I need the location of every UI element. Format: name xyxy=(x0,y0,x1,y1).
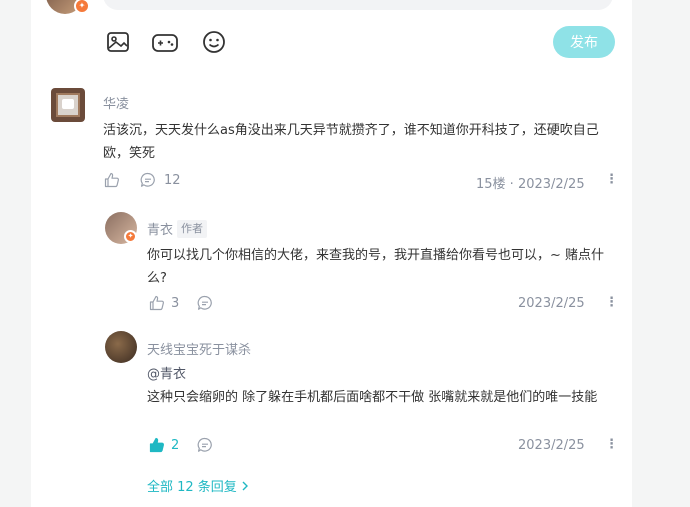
reply-content: 这种只会缩卵的 除了躲在手机都后面啥都不干做 张嘴就来就是他们的唯一技能 xyxy=(147,390,598,405)
comment-input[interactable] xyxy=(103,0,613,10)
reply-reply-button[interactable] xyxy=(197,437,213,453)
reply-author-name[interactable]: 青衣 xyxy=(147,219,173,238)
reply-mention[interactable]: @青衣 xyxy=(147,363,186,386)
thumbs-up-filled-icon xyxy=(149,437,164,453)
more-options-icon[interactable]: ⋮ xyxy=(605,172,618,187)
author-tag: 作者 xyxy=(177,219,208,238)
thumbs-up-icon xyxy=(149,295,164,311)
reply-author-name[interactable]: 天线宝宝死于谋杀 xyxy=(147,339,251,358)
reply-date: 2023/2/25 xyxy=(518,296,585,311)
comment-reply-button[interactable]: 12 xyxy=(140,172,181,188)
gamepad-icon[interactable] xyxy=(152,29,178,55)
image-icon[interactable] xyxy=(105,29,131,55)
user-avatar[interactable] xyxy=(51,88,85,122)
publish-button[interactable]: 发布 xyxy=(553,26,615,58)
level-badge-icon: ✦ xyxy=(124,230,137,243)
chevron-right-icon xyxy=(242,481,248,490)
reply-reply-button[interactable] xyxy=(197,295,213,311)
thumbs-up-icon xyxy=(104,172,119,188)
reply-author-avatar[interactable] xyxy=(105,331,137,363)
comment-content: 活该沉，天天发什么as角没出来几天异节就攒齐了，谁不知道你开科技了，还硬吹自己欧… xyxy=(103,123,599,161)
more-options-icon[interactable]: ⋮ xyxy=(605,295,618,310)
reply-date: 2023/2/25 xyxy=(518,438,585,453)
more-options-icon[interactable]: ⋮ xyxy=(605,437,618,452)
reply-like-button[interactable]: 2 xyxy=(149,437,179,453)
comment-author-name[interactable]: 华凌 xyxy=(103,93,129,112)
comment-icon xyxy=(197,437,212,452)
like-count: 2 xyxy=(171,437,180,453)
comment-like-button[interactable] xyxy=(104,172,120,188)
all-replies-link[interactable]: 全部 12 条回复 xyxy=(147,476,250,495)
comment-icon xyxy=(197,295,212,310)
comment-floor-date: 15楼 · 2023/2/25 xyxy=(476,177,585,192)
comment-icon xyxy=(140,172,155,187)
smile-icon[interactable] xyxy=(201,29,227,55)
reply-like-button[interactable]: 3 xyxy=(149,295,179,311)
all-replies-label: 全部 12 条回复 xyxy=(147,480,237,495)
reply-count: 12 xyxy=(164,172,181,188)
like-count: 3 xyxy=(171,295,180,311)
reply-content: 你可以找几个你相信的大佬，来查我的号，我开直播给你看号也可以，~ 赌点什么? xyxy=(147,248,605,286)
